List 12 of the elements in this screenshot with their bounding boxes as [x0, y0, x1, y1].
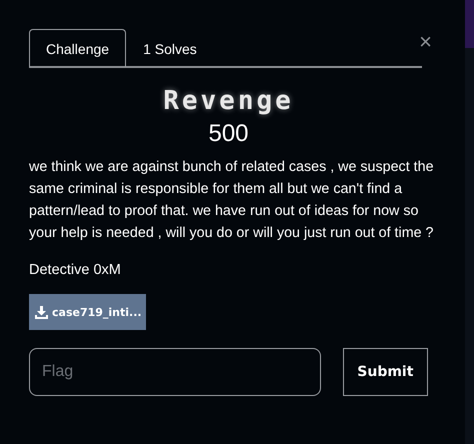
- challenge-title: Revenge: [163, 86, 294, 116]
- description: we think we are against bunch of related cases , we suspect the same criminal is responsible for them all but we can't find a pattern/lead to proof that. we have run out of ideas for now so your help is needed , will you do or will you just run out of time ?: [29, 158, 435, 243]
- download-icon: [35, 306, 48, 318]
- tab[interactable]: 1 Solves: [126, 29, 214, 67]
- download-button[interactable]: case719_inti...: [29, 294, 146, 330]
- submit-button[interactable]: Submit: [342, 348, 428, 396]
- tab[interactable]: Challenge: [29, 29, 126, 67]
- close-button[interactable]: ×: [419, 31, 432, 53]
- flag-input[interactable]: Flag: [29, 348, 321, 396]
- scrollbar[interactable]: [465, 0, 474, 444]
- author: Detective 0xM: [29, 262, 122, 278]
- points: 500: [208, 120, 249, 148]
